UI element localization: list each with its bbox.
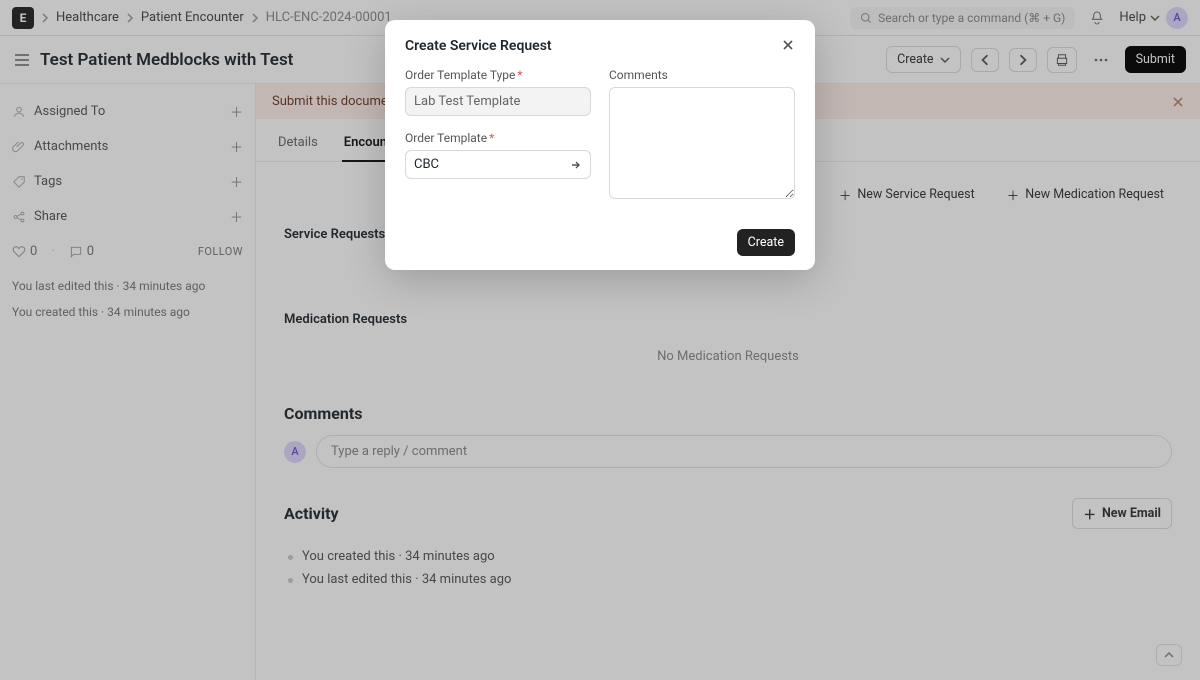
modal-close-button[interactable] <box>781 38 795 54</box>
order-template-value: CBC <box>414 157 439 172</box>
modal-comments-label: Comments <box>609 68 795 82</box>
order-template-type-value[interactable]: Lab Test Template <box>405 87 591 116</box>
field-order-template-type: Order Template Type* Lab Test Template O… <box>405 68 591 199</box>
create-service-request-modal: Create Service Request Order Template Ty… <box>385 20 815 270</box>
modal-overlay[interactable]: Create Service Request Order Template Ty… <box>0 0 1200 680</box>
arrow-right-icon <box>570 159 582 171</box>
order-template-label: Order Template* <box>405 131 591 145</box>
modal-create-button[interactable]: Create <box>737 229 795 256</box>
order-template-select[interactable]: CBC <box>405 150 591 179</box>
order-template-type-label: Order Template Type* <box>405 68 591 82</box>
modal-comments-textarea[interactable] <box>609 87 795 199</box>
field-comments: Comments <box>609 68 795 199</box>
modal-title: Create Service Request <box>405 38 552 54</box>
